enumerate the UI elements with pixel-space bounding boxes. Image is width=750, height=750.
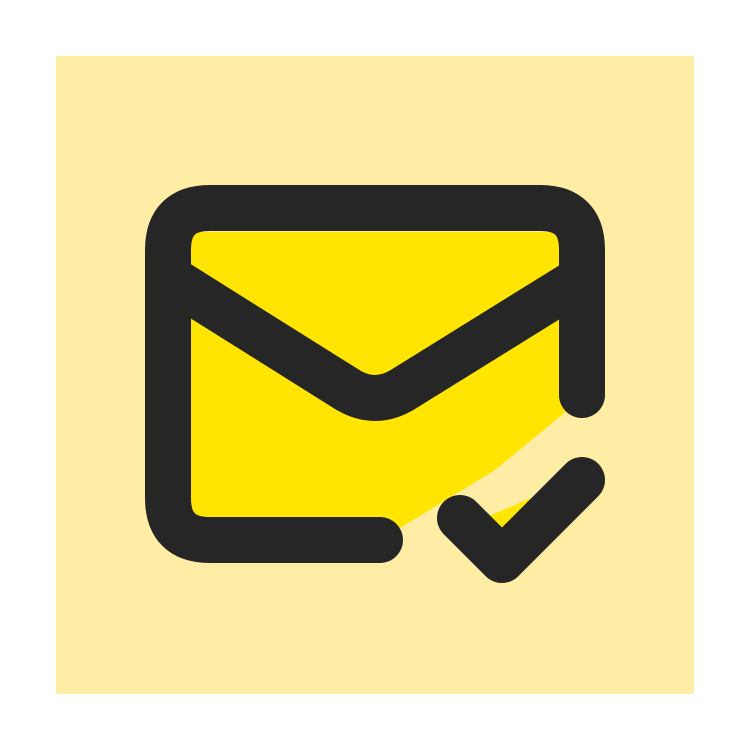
checkmark: [437, 457, 605, 583]
icon-canvas: [0, 0, 750, 750]
mail-check-icon: [145, 185, 605, 583]
